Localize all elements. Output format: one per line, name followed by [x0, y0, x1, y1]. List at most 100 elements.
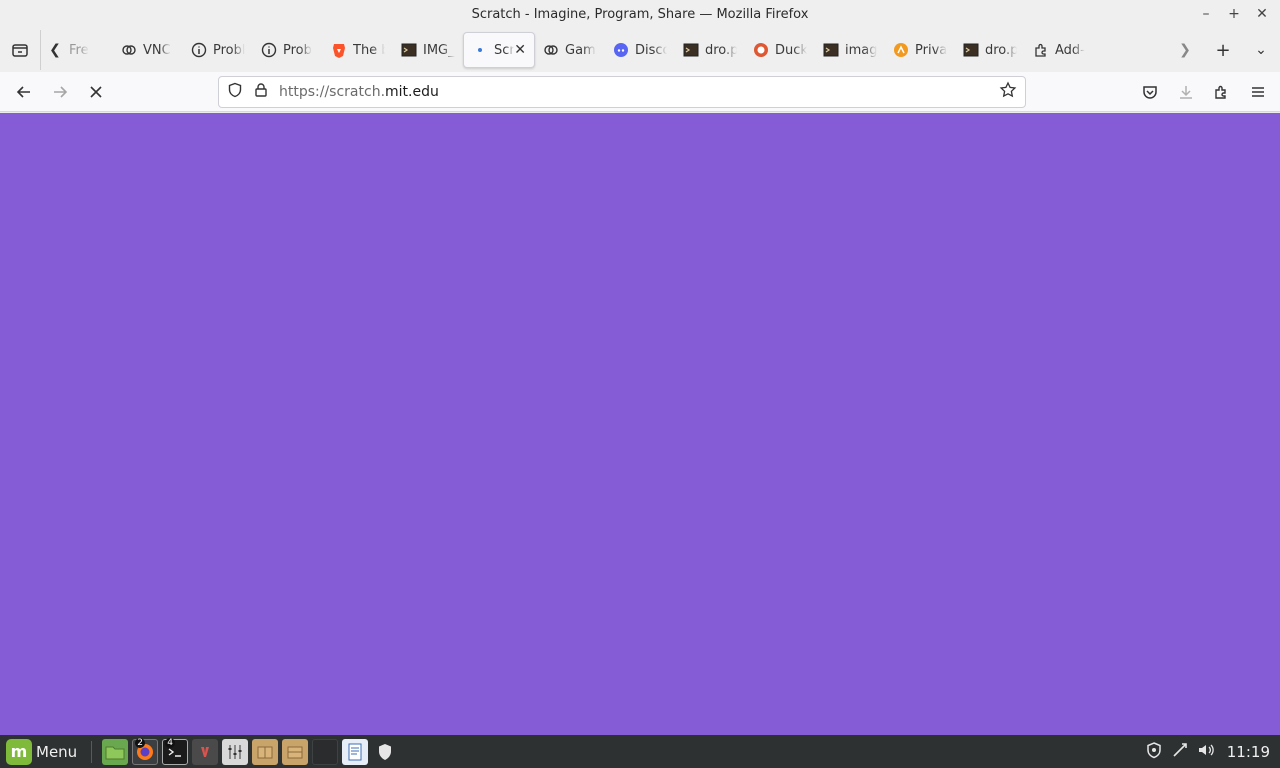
forward-button[interactable]	[42, 74, 78, 110]
firefox-window-count-badge: 2	[135, 737, 145, 748]
chevron-left-icon: ❮	[49, 42, 61, 58]
url-text[interactable]: https://scratch.mit.edu	[279, 84, 439, 100]
plus-icon: +	[1215, 39, 1231, 61]
tab-label: Fre	[69, 42, 89, 58]
pocket-icon	[1143, 86, 1157, 99]
privacy-icon	[893, 42, 909, 58]
url-prefix: https://scratch.	[279, 84, 386, 100]
tab-label: Priva	[915, 42, 947, 58]
tab-addons[interactable]: Add-	[1025, 32, 1095, 68]
tab-dro-2[interactable]: dro.p	[955, 32, 1025, 68]
terminal-app-button[interactable]: 4	[162, 737, 189, 765]
bookmark-star-icon[interactable]	[999, 81, 1019, 103]
stop-loading-button[interactable]	[78, 74, 114, 110]
page-content	[0, 113, 1280, 735]
terminal-icon	[823, 42, 839, 58]
firefox-view-icon	[12, 44, 28, 57]
package-icon	[287, 746, 303, 758]
security-shield-tray-icon[interactable]	[1145, 741, 1163, 763]
puzzle-icon	[1033, 42, 1049, 58]
files-app-button[interactable]	[102, 738, 129, 765]
system-tray: 11:19	[1145, 741, 1280, 763]
tab-strip: ❮ Fre VNC Probl Prob The b IMG_ Scr ✕	[0, 28, 1280, 72]
folder-icon	[105, 746, 125, 759]
mixer-icon	[228, 744, 242, 759]
close-window-button[interactable]: ✕	[1250, 2, 1274, 26]
shield-icon	[379, 743, 392, 760]
blank-app-button[interactable]	[312, 738, 339, 765]
taskbar-separator	[91, 740, 93, 763]
toolbar-right-buttons	[1132, 74, 1276, 110]
url-bar[interactable]: https://scratch.mit.edu	[218, 76, 1026, 108]
firefox-view-button[interactable]	[0, 28, 40, 72]
clock[interactable]: 11:19	[1227, 743, 1270, 761]
start-menu-button[interactable]: m Menu	[0, 735, 83, 768]
tab-dro-1[interactable]: dro.p	[675, 32, 745, 68]
loading-dot-icon	[472, 42, 488, 58]
system-taskbar: m Menu 2 4 11:19	[0, 735, 1280, 768]
download-icon	[1180, 86, 1192, 99]
pocket-button[interactable]	[1132, 74, 1168, 110]
text-editor-app-button[interactable]	[342, 738, 369, 765]
tab-duckduckgo[interactable]: Duck	[745, 32, 815, 68]
tab-scroll-left-button[interactable]: ❮	[41, 28, 69, 72]
menu-label: Menu	[36, 742, 78, 761]
tab-scroll-right-button[interactable]: ❯	[1166, 28, 1204, 72]
maximize-button[interactable]: +	[1222, 2, 1246, 26]
navigation-toolbar: https://scratch.mit.edu	[0, 72, 1280, 112]
vnc-icon	[121, 42, 137, 58]
firefox-app-button[interactable]: 2	[132, 737, 159, 765]
tracking-protection-shield-icon[interactable]	[227, 82, 245, 102]
tab-gam[interactable]: Gam	[535, 32, 605, 68]
tab-vnc[interactable]: VNC	[113, 32, 183, 68]
stop-x-icon	[90, 85, 102, 98]
tab-problem-1[interactable]: Probl	[183, 32, 253, 68]
minimize-button[interactable]: –	[1194, 2, 1218, 26]
extensions-button[interactable]	[1204, 74, 1240, 110]
chevron-right-icon: ❯	[1179, 42, 1191, 58]
vpn-app-button[interactable]	[372, 738, 399, 765]
linux-mint-logo-icon: m	[6, 738, 32, 765]
lock-icon[interactable]	[253, 82, 271, 102]
tab-label: Prob	[283, 42, 312, 58]
vim-icon	[201, 746, 210, 757]
tab-label: Probl	[213, 42, 245, 58]
tab-brave[interactable]: The b	[323, 32, 393, 68]
puzzle-icon	[1215, 85, 1226, 99]
tab-imag[interactable]: imag	[815, 32, 885, 68]
tab-img[interactable]: IMG_	[393, 32, 463, 68]
back-button[interactable]	[6, 74, 42, 110]
hamburger-menu-icon	[1252, 87, 1264, 97]
close-tab-icon[interactable]: ✕	[514, 42, 526, 58]
volume-icon[interactable]	[1197, 741, 1215, 763]
tab-label: imag	[845, 42, 877, 58]
mixer-app-button[interactable]	[222, 738, 249, 765]
tab-label: IMG_	[423, 42, 455, 58]
network-disconnected-icon[interactable]	[1171, 741, 1189, 763]
archive-app-button-1[interactable]	[252, 738, 279, 765]
discord-icon	[613, 42, 629, 58]
list-all-tabs-button[interactable]: ⌄	[1242, 28, 1280, 72]
tab-label: dro.p	[705, 42, 737, 58]
package-icon	[257, 746, 273, 758]
window-controls: – + ✕	[1194, 0, 1274, 28]
terminal-icon	[683, 42, 699, 58]
tab-label: dro.p	[985, 42, 1017, 58]
tab-discord[interactable]: Disco	[605, 32, 675, 68]
app-button-4[interactable]	[192, 738, 219, 765]
tab-privacy[interactable]: Priva	[885, 32, 955, 68]
downloads-button[interactable]	[1168, 74, 1204, 110]
brave-icon	[331, 42, 347, 58]
archive-app-button-2[interactable]	[282, 738, 309, 765]
tabstrip-right-buttons: ❯ + ⌄	[1166, 28, 1280, 72]
tab-list: Fre VNC Probl Prob The b IMG_ Scr ✕	[69, 28, 1095, 72]
document-icon	[348, 743, 362, 760]
tab-problem-2[interactable]: Prob	[253, 32, 323, 68]
vnc-icon	[543, 42, 559, 58]
tab-scratch-active[interactable]: Scr ✕	[463, 32, 535, 68]
tab-label: The b	[353, 42, 385, 58]
new-tab-button[interactable]: +	[1204, 28, 1242, 72]
app-menu-button[interactable]	[1240, 74, 1276, 110]
tab-fre[interactable]: Fre	[69, 32, 113, 68]
duckduckgo-icon	[753, 42, 769, 58]
